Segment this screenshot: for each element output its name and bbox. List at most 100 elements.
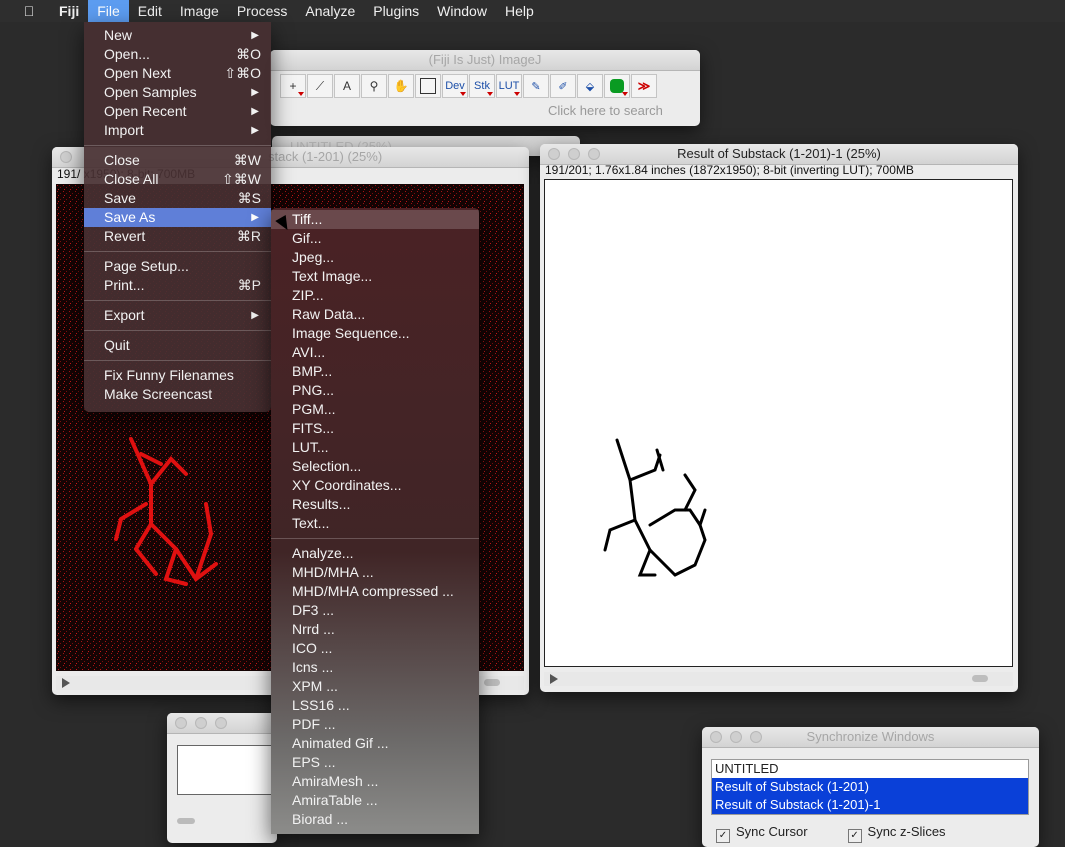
small-canvas[interactable] (177, 745, 279, 795)
menu-item-pgm[interactable]: PGM... (271, 400, 479, 419)
stk-tool-icon[interactable]: Stk (469, 74, 495, 98)
menu-item-animated-gif[interactable]: Animated Gif ... (271, 734, 479, 753)
color-picker-tool-icon[interactable] (415, 74, 441, 98)
list-item[interactable]: Result of Substack (1-201)-1 (712, 796, 1028, 814)
result-image[interactable] (544, 179, 1013, 667)
dev-tool-icon[interactable]: Dev (442, 74, 468, 98)
check-icon[interactable]: ✓ (847, 829, 862, 843)
menu-item-open-next[interactable]: Open Next ⇧⌘O (84, 64, 271, 83)
menu-item-results[interactable]: Results... (271, 495, 479, 514)
menu-item-mhd-mha-compressed[interactable]: MHD/MHA compressed ... (271, 582, 479, 601)
close-icon[interactable] (710, 731, 722, 743)
zoom-icon[interactable] (215, 717, 227, 729)
check-icon[interactable]: ✓ (716, 829, 730, 843)
zoom-icon[interactable] (588, 148, 600, 160)
close-icon[interactable] (60, 151, 72, 163)
menu-help[interactable]: Help (496, 0, 543, 22)
search-field[interactable]: Click here to search (548, 103, 663, 118)
menu-item-lss16[interactable]: LSS16 ... (271, 696, 479, 715)
menu-item-revert[interactable]: Revert ⌘R (84, 227, 271, 246)
close-icon[interactable] (548, 148, 560, 160)
minimize-icon[interactable] (568, 148, 580, 160)
menu-item-amiramesh[interactable]: AmiraMesh ... (271, 772, 479, 791)
menu-file[interactable]: File (88, 0, 129, 22)
menu-item-xpm[interactable]: XPM ... (271, 677, 479, 696)
brush-tool-icon[interactable]: ✐ (550, 74, 576, 98)
scroll-thumb[interactable] (484, 679, 500, 686)
menu-window[interactable]: Window (428, 0, 496, 22)
crosshair-tool-icon[interactable]: + (280, 74, 306, 98)
text-tool-icon[interactable]: A (334, 74, 360, 98)
menu-item-nrrd[interactable]: Nrrd ... (271, 620, 479, 639)
lut-tool-icon[interactable]: LUT (496, 74, 522, 98)
menu-item-open-samples[interactable]: Open Samples ▶ (84, 83, 271, 102)
more-tools-icon[interactable]: ≫ (631, 74, 657, 98)
pencil-tool-icon[interactable]: ✎ (523, 74, 549, 98)
scroll-thumb[interactable] (972, 675, 988, 682)
menu-item-print[interactable]: Print... ⌘P (84, 276, 271, 295)
menu-analyze[interactable]: Analyze (296, 0, 364, 22)
menu-item-ico[interactable]: ICO ... (271, 639, 479, 658)
menu-image[interactable]: Image (171, 0, 228, 22)
menu-item-biorad[interactable]: Biorad ... (271, 810, 479, 829)
menu-item-tiff[interactable]: Tiff... (271, 210, 479, 229)
list-item[interactable]: UNTITLED (712, 760, 1028, 778)
close-icon[interactable] (175, 717, 187, 729)
list-item[interactable]: Result of Substack (1-201) (712, 778, 1028, 796)
zoom-icon[interactable] (750, 731, 762, 743)
menu-process[interactable]: Process (228, 0, 297, 22)
menu-item-eps[interactable]: EPS ... (271, 753, 479, 772)
wand-tool-icon[interactable]: ⟋ (307, 74, 333, 98)
apple-icon[interactable]:  (18, 3, 40, 19)
menu-item-bmp[interactable]: BMP... (271, 362, 479, 381)
menu-item-df3[interactable]: DF3 ... (271, 601, 479, 620)
sync-list[interactable]: UNTITLED Result of Substack (1-201) Resu… (711, 759, 1029, 815)
menu-item-selection[interactable]: Selection... (271, 457, 479, 476)
magnifier-tool-icon[interactable]: ⚲ (361, 74, 387, 98)
play-icon[interactable] (62, 678, 70, 688)
menu-item-text-image[interactable]: Text Image... (271, 267, 479, 286)
menu-item-fits[interactable]: FITS... (271, 419, 479, 438)
menu-item-mhd-mha[interactable]: MHD/MHA ... (271, 563, 479, 582)
menu-item-analyze[interactable]: Analyze... (271, 544, 479, 563)
menu-item-save-as[interactable]: Save As ▶ (84, 208, 271, 227)
menu-item-lut[interactable]: LUT... (271, 438, 479, 457)
menu-item-icns[interactable]: Icns ... (271, 658, 479, 677)
menu-item-export[interactable]: Export ▶ (84, 306, 271, 325)
menu-item-open[interactable]: Open... ⌘O (84, 45, 271, 64)
menu-item-avi[interactable]: AVI... (271, 343, 479, 362)
menu-divider (84, 251, 271, 252)
menu-item-close[interactable]: Close ⌘W (84, 151, 271, 170)
minimize-icon[interactable] (730, 731, 742, 743)
menu-item-close-all[interactable]: Close All ⇧⌘W (84, 170, 271, 189)
octagon-tool-icon[interactable] (604, 74, 630, 98)
menu-item-gif[interactable]: Gif... (271, 229, 479, 248)
menu-edit[interactable]: Edit (129, 0, 171, 22)
menu-item-raw-data[interactable]: Raw Data... (271, 305, 479, 324)
menu-plugins[interactable]: Plugins (364, 0, 428, 22)
menu-item-pdf[interactable]: PDF ... (271, 715, 479, 734)
menu-item-quit[interactable]: Quit (84, 336, 271, 355)
menu-item-jpeg[interactable]: Jpeg... (271, 248, 479, 267)
play-icon[interactable] (550, 674, 558, 684)
menu-item-fix-funny-filenames[interactable]: Fix Funny Filenames (84, 366, 271, 385)
menu-item-text[interactable]: Text... (271, 514, 479, 533)
menu-item-image-sequence[interactable]: Image Sequence... (271, 324, 479, 343)
menu-item-xy-coordinates[interactable]: XY Coordinates... (271, 476, 479, 495)
menu-item-zip[interactable]: ZIP... (271, 286, 479, 305)
minimize-icon[interactable] (195, 717, 207, 729)
menu-item-make-screencast[interactable]: Make Screencast (84, 385, 271, 404)
menu-item-amiratable[interactable]: AmiraTable ... (271, 791, 479, 810)
scroll-thumb[interactable] (177, 818, 195, 824)
menu-item-open-recent[interactable]: Open Recent ▶ (84, 102, 271, 121)
flood-fill-tool-icon[interactable]: ⬙ (577, 74, 603, 98)
menu-item-png[interactable]: PNG... (271, 381, 479, 400)
menu-fiji[interactable]: Fiji (50, 0, 88, 22)
menu-item-new[interactable]: New ▶ (84, 26, 271, 45)
sync-titlebar: Synchronize Windows (702, 727, 1039, 748)
menu-item-save[interactable]: Save ⌘S (84, 189, 271, 208)
result-scrollbar[interactable] (544, 672, 1013, 686)
menu-item-import[interactable]: Import ▶ (84, 121, 271, 140)
menu-item-page-setup[interactable]: Page Setup... (84, 257, 271, 276)
hand-tool-icon[interactable]: ✋ (388, 74, 414, 98)
